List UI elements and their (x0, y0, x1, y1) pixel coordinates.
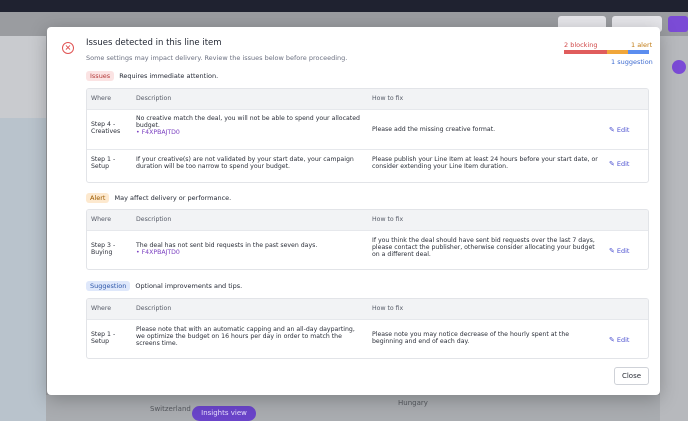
table-header: Where Description How to fix (87, 299, 648, 319)
col-description: Description (136, 305, 172, 312)
row-where: Step 1 - Setup (91, 331, 116, 345)
edit-label: Edit (616, 336, 630, 344)
pencil-icon: ✎ (609, 247, 615, 255)
edit-button[interactable]: ✎ Edit (609, 247, 629, 255)
issues-section-header: Issues Requires immediate attention. (86, 71, 218, 81)
col-where: Where (91, 95, 112, 102)
edit-label: Edit (616, 247, 630, 255)
background-map (0, 118, 46, 421)
severity-bar-alert (606, 50, 628, 54)
pencil-icon: ✎ (609, 126, 615, 134)
map-label: Hungary (398, 399, 428, 407)
row-where: Step 3 - Buying (91, 242, 116, 256)
severity-bar (564, 50, 649, 54)
col-how-to-fix: How to fix (372, 216, 404, 223)
error-icon: × (62, 42, 74, 54)
col-description: Description (136, 95, 172, 102)
app-top-bar (0, 0, 688, 12)
alert-badge: Alert (86, 193, 110, 203)
edit-button[interactable]: ✎ Edit (609, 126, 629, 134)
row-description: The deal has not sent bid requests in th… (136, 242, 364, 256)
row-fix: Please add the missing creative format. (372, 126, 496, 133)
alert-count: 1 alert (631, 41, 653, 49)
edit-button[interactable]: ✎ Edit (609, 336, 629, 344)
row-description: If your creative(s) are not validated by… (136, 156, 354, 170)
modal-subtitle: Some settings may impact delivery. Revie… (86, 54, 348, 62)
close-button[interactable]: Close (614, 367, 649, 385)
alert-table: Where Description How to fix Step 3 - Bu… (86, 209, 649, 270)
row-fix: Please publish your Line Item at least 2… (372, 156, 598, 170)
suggestion-section-header: Suggestion Optional improvements and tip… (86, 281, 242, 291)
table-row: Step 3 - Buying The deal has not sent bi… (87, 230, 648, 269)
issues-badge: Issues (86, 71, 115, 81)
issues-section-desc: Requires immediate attention. (119, 72, 219, 80)
suggestion-badge: Suggestion (86, 281, 131, 291)
row-fix: If you think the deal should have sent b… (372, 237, 595, 258)
edit-label: Edit (616, 160, 630, 168)
blocking-count: 2 blocking (564, 41, 598, 49)
deal-code[interactable]: • F4XPBAJTD0 (136, 129, 364, 136)
table-row: Step 1 - Setup If your creative(s) are n… (87, 149, 648, 182)
col-description: Description (136, 216, 172, 223)
row-description-text: No creative match the deal, you will not… (136, 115, 360, 129)
table-header: Where Description How to fix (87, 210, 648, 230)
severity-bar-suggestion (627, 50, 649, 54)
row-where: Step 1 - Setup (91, 156, 116, 170)
issues-table: Where Description How to fix Step 4 - Cr… (86, 88, 649, 183)
table-row: Step 1 - Setup Please note that with an … (87, 319, 648, 358)
col-where: Where (91, 216, 112, 223)
row-where: Step 4 - Creatives (91, 121, 121, 135)
deal-code[interactable]: • F4XPBAJTD0 (136, 249, 364, 256)
background-primary-button (668, 16, 688, 32)
background-map-pill: Insights view (192, 406, 256, 421)
map-label: Switzerland (150, 405, 191, 413)
col-how-to-fix: How to fix (372, 305, 404, 312)
edit-button[interactable]: ✎ Edit (609, 160, 629, 168)
table-header: Where Description How to fix (87, 89, 648, 109)
row-fix: Please note you may notice decrease of t… (372, 331, 570, 345)
modal-title: Issues detected in this line item (86, 38, 222, 48)
issues-modal: × Issues detected in this line item Some… (47, 27, 660, 395)
col-where: Where (91, 305, 112, 312)
alert-section-header: Alert May affect delivery or performance… (86, 193, 231, 203)
suggestion-table: Where Description How to fix Step 1 - Se… (86, 298, 649, 359)
edit-label: Edit (616, 126, 630, 134)
row-description: Please note that with an automatic cappi… (136, 326, 355, 347)
pencil-icon: ✎ (609, 336, 615, 344)
background-map-bottom (46, 395, 660, 421)
suggestion-section-desc: Optional improvements and tips. (135, 282, 243, 290)
table-row: Step 4 - Creatives No creative match the… (87, 109, 648, 149)
suggestion-count: 1 suggestion (611, 58, 653, 66)
background-avatar (672, 60, 686, 74)
severity-bar-blocking (564, 50, 607, 54)
row-description: No creative match the deal, you will not… (136, 115, 364, 136)
pencil-icon: ✎ (609, 160, 615, 168)
alert-section-desc: May affect delivery or performance. (114, 194, 232, 202)
background-right-panel (660, 36, 688, 421)
row-description-text: The deal has not sent bid requests in th… (136, 242, 318, 249)
col-how-to-fix: How to fix (372, 95, 404, 102)
